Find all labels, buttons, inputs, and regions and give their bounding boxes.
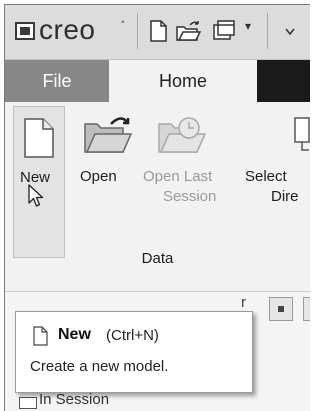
tab-home[interactable]: Home	[109, 60, 257, 103]
tab-bar-end	[257, 60, 310, 102]
quick-access-dropdown[interactable]: ▾	[245, 19, 251, 33]
open-last-session-label-line2: Session	[163, 188, 217, 205]
open-folder-icon	[84, 117, 133, 153]
group-label-data: Data	[141, 250, 174, 267]
new-button[interactable]: New	[13, 106, 65, 258]
open-button-label: Open	[80, 168, 117, 185]
open-folder-icon[interactable]	[175, 19, 201, 43]
mouse-pointer-icon	[28, 184, 44, 207]
toolbar-separator	[137, 13, 138, 49]
title-bar: creo ° ▾	[5, 5, 310, 60]
new-document-icon	[24, 118, 54, 158]
open-last-session-label-line1: Open Last	[143, 168, 213, 185]
tooltip-description: Create a new model.	[30, 358, 169, 375]
tooltip-shortcut: (Ctrl+N)	[106, 327, 159, 344]
select-label-line2: Dire	[271, 188, 299, 205]
new-tooltip: New (Ctrl+N) Create a new model.	[15, 311, 253, 393]
app-window: creo ° ▾ File Home New Open Open Last Se…	[4, 4, 310, 411]
tab-file[interactable]: File	[5, 60, 109, 102]
more-icon[interactable]	[285, 27, 295, 37]
tooltip-title: New	[58, 326, 91, 343]
ribbon-tab-bar: File Home	[5, 60, 310, 103]
panel-toggle-button[interactable]	[269, 297, 293, 321]
new-document-icon[interactable]	[145, 19, 171, 43]
app-logo-mark: °	[121, 19, 125, 29]
open-last-session-icon	[158, 117, 207, 153]
panel-option-button[interactable]	[303, 297, 310, 321]
tree-item-in-session[interactable]: In Session	[39, 391, 109, 408]
creo-logo-icon	[15, 22, 35, 40]
new-document-icon	[33, 326, 48, 346]
toolbar-separator	[267, 13, 268, 49]
window-icon[interactable]	[211, 19, 237, 43]
select-directory-icon	[294, 117, 310, 151]
panel-tab-label-fragment: r	[241, 294, 246, 311]
folder-icon	[19, 397, 37, 409]
ribbon-panel: New Open Open Last Session Select Dire D…	[5, 102, 310, 292]
select-label-line1: Select	[245, 168, 287, 185]
app-logo-text: creo	[39, 14, 96, 45]
